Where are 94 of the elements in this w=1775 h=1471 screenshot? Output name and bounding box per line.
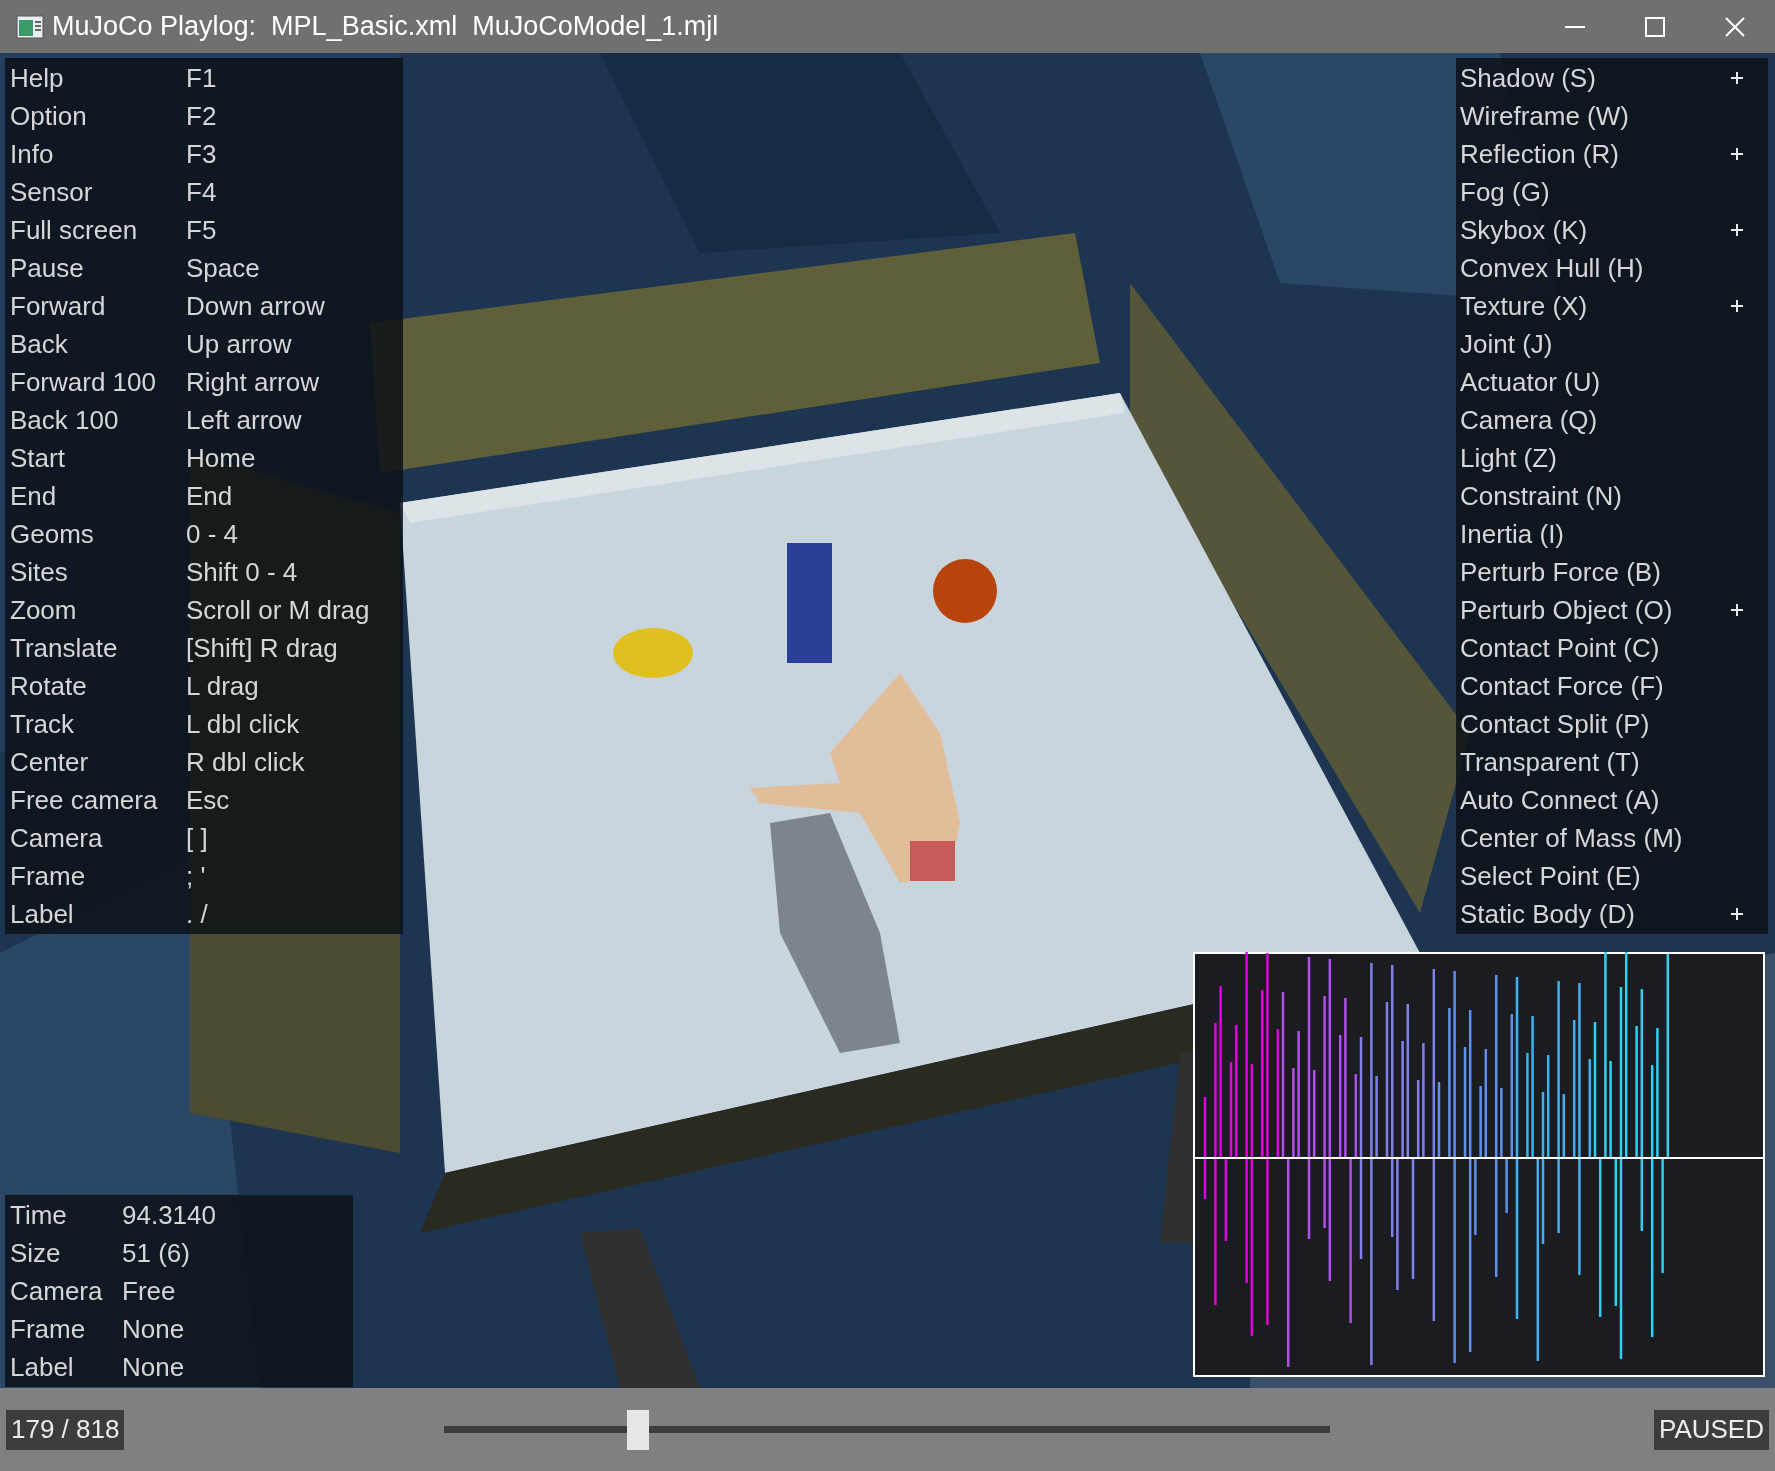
plus-icon xyxy=(1730,71,1744,85)
shortcut-key: L dbl click xyxy=(186,704,300,744)
close-icon xyxy=(1725,16,1745,37)
flag-label[interactable]: Perturb Object (O) xyxy=(1456,590,1720,630)
info-value: 51 (6) xyxy=(122,1236,190,1270)
shortcut-key: Down arrow xyxy=(186,286,325,326)
flag-label[interactable]: Joint (J) xyxy=(1456,324,1720,364)
help-label: Center xyxy=(9,745,90,779)
flag-label[interactable]: Transparent (T) xyxy=(1456,742,1720,782)
help-label: Rotate xyxy=(9,669,88,703)
slider-thumb[interactable] xyxy=(627,1409,650,1450)
shortcut-key: F1 xyxy=(186,58,217,98)
flag-label[interactable]: Contact Force (F) xyxy=(1456,666,1720,706)
flag-label[interactable]: Contact Split (P) xyxy=(1456,704,1720,744)
info-label: Label xyxy=(9,1350,75,1384)
info-label: Time xyxy=(9,1198,68,1232)
flag-label[interactable]: Skybox (K) xyxy=(1456,210,1720,250)
flag-label[interactable]: Center of Mass (M) xyxy=(1456,818,1720,858)
shortcut-key: Shift 0 - 4 xyxy=(186,552,298,592)
frame-counter: 179 / 818 xyxy=(6,1409,125,1450)
info-value: None xyxy=(122,1312,185,1346)
help-label: Zoom xyxy=(9,593,78,627)
plus-icon xyxy=(1730,223,1744,237)
help-label: Frame xyxy=(9,859,87,893)
help-label: Track xyxy=(9,707,76,741)
flag-label[interactable]: Camera (Q) xyxy=(1456,400,1720,440)
help-label: Full screen xyxy=(9,213,139,247)
shortcut-key: Right arrow xyxy=(186,362,319,402)
shortcut-key: . / xyxy=(186,894,208,934)
help-label: Free camera xyxy=(9,783,159,817)
flag-label[interactable]: Contact Point (C) xyxy=(1456,628,1720,668)
minimize-icon xyxy=(1565,25,1585,28)
shortcut-key: [Shift] R drag xyxy=(186,628,338,668)
shortcut-key: F2 xyxy=(186,96,217,136)
help-label: Info xyxy=(9,137,55,171)
help-label: Forward 100 xyxy=(9,365,157,399)
flag-label[interactable]: Light (Z) xyxy=(1456,438,1720,478)
shortcut-key: [ ] xyxy=(186,818,208,858)
flag-label[interactable]: Constraint (N) xyxy=(1456,476,1720,516)
info-label: Frame xyxy=(9,1312,87,1346)
help-label: End xyxy=(9,479,58,513)
help-label: Pause xyxy=(9,251,85,285)
shortcut-key: R dbl click xyxy=(186,742,305,782)
info-value: None xyxy=(122,1350,185,1384)
help-label: Camera xyxy=(9,821,104,855)
shortcut-key: Space xyxy=(186,248,260,288)
help-label: Back xyxy=(9,327,69,361)
shortcut-key: 0 - 4 xyxy=(186,514,239,554)
help-label: Geoms xyxy=(9,517,95,551)
help-label: Forward xyxy=(9,289,107,323)
flag-label[interactable]: Shadow (S) xyxy=(1456,58,1720,98)
info-label: Camera xyxy=(9,1274,104,1308)
shortcut-key: Left arrow xyxy=(186,400,302,440)
flag-label[interactable]: Auto Connect (A) xyxy=(1456,780,1720,820)
shortcut-key: L drag xyxy=(186,666,259,706)
shortcut-key: Home xyxy=(186,438,256,478)
shortcut-key: ; ' xyxy=(186,856,206,896)
help-label: Back 100 xyxy=(9,403,120,437)
help-label: Sites xyxy=(9,555,69,589)
timeline-slider[interactable] xyxy=(444,1409,1331,1450)
shortcut-key: F3 xyxy=(186,134,217,174)
flag-label[interactable]: Static Body (D) xyxy=(1456,894,1720,934)
shortcut-key: Scroll or M drag xyxy=(186,590,370,630)
flag-label[interactable]: Wireframe (W) xyxy=(1456,96,1720,136)
window-title: MuJoCo Playlog: MPL_Basic.xml MuJoCoModel_1.mjl xyxy=(52,10,719,44)
shortcut-key: F4 xyxy=(186,172,217,212)
shortcut-key: Esc xyxy=(186,780,230,820)
flag-label[interactable]: Reflection (R) xyxy=(1456,134,1720,174)
help-label: Sensor xyxy=(9,175,94,209)
flag-label[interactable]: Select Point (E) xyxy=(1456,856,1720,896)
maximize-icon xyxy=(1645,16,1665,37)
shortcut-key: End xyxy=(186,476,233,516)
info-value: Free xyxy=(122,1274,176,1308)
help-label: Translate xyxy=(9,631,119,665)
help-label: Start xyxy=(9,441,66,475)
app-window-icon xyxy=(16,14,44,39)
plus-icon xyxy=(1730,907,1744,921)
plus-icon xyxy=(1730,147,1744,161)
help-label: Option xyxy=(9,99,88,133)
flag-label[interactable]: Perturb Force (B) xyxy=(1456,552,1720,592)
flag-label[interactable]: Actuator (U) xyxy=(1456,362,1720,402)
info-label: Size xyxy=(9,1236,62,1270)
flag-label[interactable]: Fog (G) xyxy=(1456,172,1720,212)
flag-label[interactable]: Convex Hull (H) xyxy=(1456,248,1720,288)
plus-icon xyxy=(1730,603,1744,617)
info-value: 94.3140 xyxy=(122,1198,216,1232)
plus-icon xyxy=(1730,299,1744,313)
help-label: Label xyxy=(9,897,75,931)
flag-label[interactable]: Texture (X) xyxy=(1456,286,1720,326)
shortcut-key: Up arrow xyxy=(186,324,292,364)
flag-label[interactable]: Inertia (I) xyxy=(1456,514,1720,554)
shortcut-key: F5 xyxy=(186,210,217,250)
playback-status: PAUSED xyxy=(1654,1409,1769,1450)
help-label: Help xyxy=(9,61,65,95)
